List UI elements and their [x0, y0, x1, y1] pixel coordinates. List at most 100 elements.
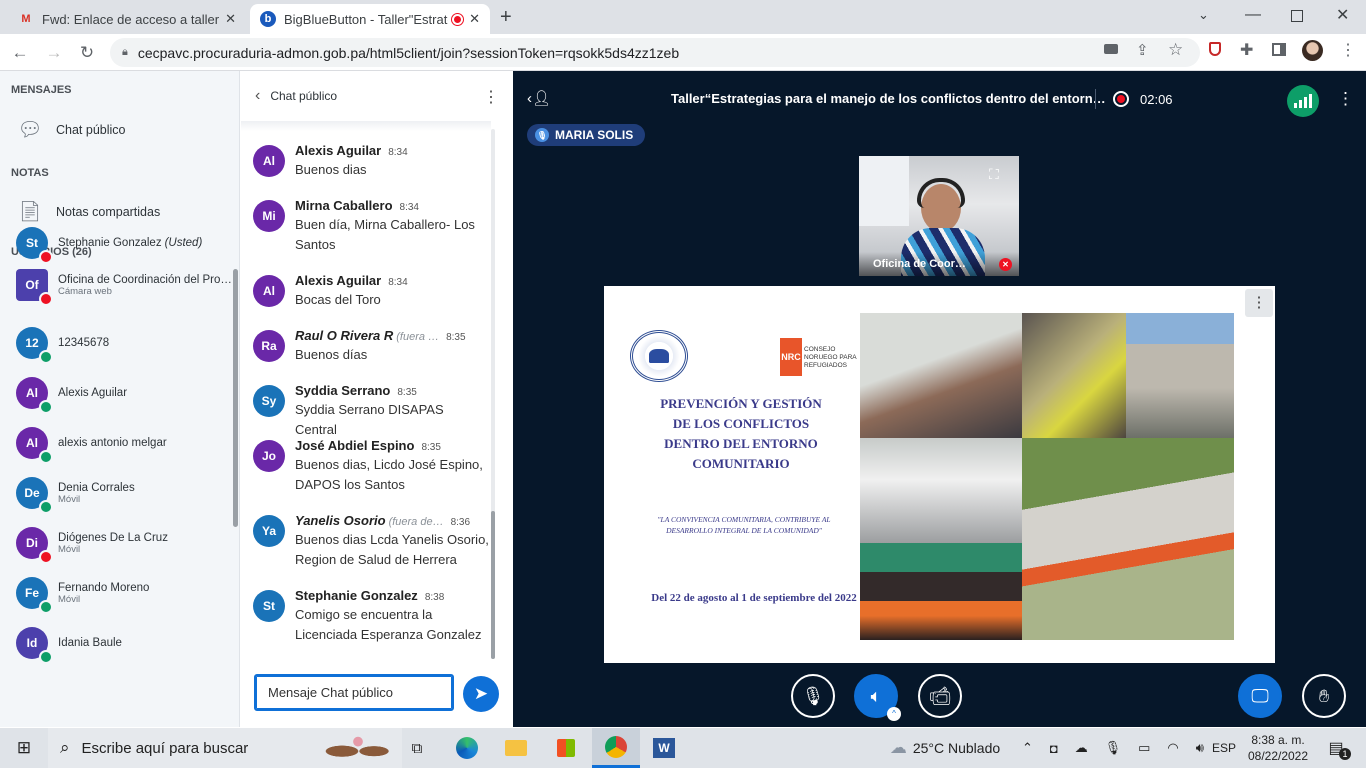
new-tab-button[interactable]: +: [500, 6, 512, 29]
connection-status-icon[interactable]: [1287, 85, 1319, 117]
reload-icon[interactable]: ↻: [75, 41, 99, 65]
camera-in-use-icon[interactable]: [1104, 44, 1118, 54]
presentation-toggle-button[interactable]: 🖵︎: [1238, 674, 1282, 718]
muted-mic-icon: ✕: [999, 258, 1012, 271]
shared-notes-label: Notas compartidas: [56, 204, 161, 219]
user-list-item[interactable]: Di Diógenes De La Cruz Móvil: [16, 521, 232, 565]
user-list-scrollbar[interactable]: [233, 269, 238, 527]
chat-options-icon[interactable]: ⋮: [483, 87, 499, 107]
close-tab-icon[interactable]: ✕: [469, 11, 480, 27]
volume-icon[interactable]: 🔊︎: [1196, 740, 1204, 756]
store-icon[interactable]: [552, 728, 580, 768]
clock[interactable]: 8:38 a. m. 08/22/2022: [1244, 728, 1312, 768]
photo-children-planting: [1022, 438, 1234, 640]
wifi-icon[interactable]: ◠: [1167, 740, 1178, 756]
user-name-text: Idania Baule: [58, 637, 122, 649]
system-tray[interactable]: ⌃ ◘ ☁︎ 🎙︎ ▭ ◠ 🔊︎: [1018, 728, 1208, 768]
task-view-icon[interactable]: ⧉: [404, 728, 430, 768]
user-list-item[interactable]: De Denia Corrales Móvil: [16, 471, 232, 515]
user-list-item[interactable]: 12 12345678: [16, 321, 232, 365]
fullscreen-icon[interactable]: ⛶: [989, 166, 1011, 184]
minimize-icon[interactable]: —: [1245, 6, 1261, 24]
avatar: Of: [16, 269, 53, 306]
audio-button[interactable]: 🔈︎ ^: [854, 674, 901, 721]
chat-message: Ra Raul O Rivera R (fuera … 8:35 Buenos días: [253, 328, 489, 365]
microphone-tray-icon[interactable]: 🎙︎: [1105, 740, 1122, 756]
message-text: Buen día, Mirna Caballero- Los Santos: [295, 217, 475, 252]
onedrive-icon[interactable]: ☁︎: [1075, 740, 1088, 756]
share-webcam-button[interactable]: 📹︎: [918, 674, 962, 718]
avatar: Ra: [253, 330, 285, 362]
avatar: Fe: [16, 577, 53, 614]
word-icon[interactable]: W: [650, 728, 678, 768]
send-message-button[interactable]: ➤: [463, 676, 499, 712]
message-author: Alexis Aguilar: [295, 143, 382, 158]
weather-widget[interactable]: ☁︎ 25°C Nublado: [880, 728, 1010, 768]
restore-icon[interactable]: [1291, 10, 1303, 22]
side-panel-icon[interactable]: [1272, 43, 1286, 56]
edge-icon[interactable]: [452, 728, 482, 768]
tab-search-icon[interactable]: ⌄: [1198, 7, 1209, 23]
profile-avatar[interactable]: [1302, 40, 1323, 61]
camera-tray-icon[interactable]: ◘: [1050, 741, 1058, 756]
audio-options-chevron-icon[interactable]: ^: [887, 707, 901, 721]
close-window-icon[interactable]: ✕: [1336, 5, 1349, 25]
chrome-taskbar-icon[interactable]: [592, 728, 640, 768]
chat-title[interactable]: Chat público: [270, 89, 337, 103]
close-tab-icon[interactable]: ✕: [225, 11, 236, 27]
talking-indicator[interactable]: 🎙︎ MARIA SOLIS: [527, 124, 646, 146]
browser-tab-gmail[interactable]: M Fwd: Enlace de acceso a taller - ta ✕: [8, 4, 246, 34]
user-name: Denia Corrales: [58, 482, 135, 494]
user-list-item[interactable]: Al alexis antonio melgar: [16, 421, 232, 465]
taskbar-search-box[interactable]: ⌕ Escribe aquí para buscar: [48, 728, 402, 768]
message-time: 8:35: [446, 332, 466, 343]
message-author: Raul O Rivera R: [295, 328, 394, 343]
toggle-userlist-icon[interactable]: ‹👤︎: [527, 89, 551, 107]
avatar: Sy: [253, 385, 285, 417]
notifications-icon[interactable]: ▤ 1: [1322, 728, 1351, 768]
message-time: 8:35: [397, 387, 417, 398]
user-list-item[interactable]: Fe Fernando Moreno Móvil: [16, 571, 232, 615]
away-status: (fuera de…: [388, 516, 444, 528]
extension-shield-icon[interactable]: [1209, 42, 1221, 56]
avatar: Jo: [253, 440, 285, 472]
windows-start-icon[interactable]: ⊞: [8, 728, 40, 768]
nrc-name: CONSEJO NORUEGO PARA REFUGIADOS: [804, 346, 857, 369]
url-field[interactable]: 🔒︎ cecpavc.procuraduria-admon.gob.pa/htm…: [110, 38, 1200, 67]
mute-microphone-button[interactable]: 🎙︎: [791, 674, 835, 718]
browser-tab-bbb[interactable]: b BigBlueButton - Taller"Estrate ✕: [250, 4, 490, 34]
user-list-item[interactable]: Al Alexis Aguilar: [16, 371, 232, 415]
taskbar-search-placeholder: Escribe aquí para buscar: [81, 739, 249, 757]
user-list-item[interactable]: St Stephanie Gonzalez (Usted): [16, 221, 232, 265]
bookmark-star-icon[interactable]: ☆: [1168, 40, 1183, 60]
file-explorer-icon[interactable]: [502, 728, 530, 768]
browser-menu-icon[interactable]: ⋮: [1340, 40, 1356, 60]
user-list-item[interactable]: Of Oficina de Coordinación del Progr… Cáma…: [16, 263, 233, 307]
options-menu-icon[interactable]: ⋮: [1337, 89, 1354, 109]
chat-scrollbar-thumb[interactable]: [491, 511, 495, 659]
raise-hand-button[interactable]: ✋︎: [1302, 674, 1346, 718]
chat-message-input[interactable]: Mensaje Chat público: [254, 674, 454, 711]
chevron-left-icon[interactable]: ‹: [255, 87, 260, 105]
avatar: St: [253, 590, 285, 622]
chevron-up-icon[interactable]: ⌃: [1022, 740, 1033, 756]
battery-icon[interactable]: ▭: [1138, 740, 1150, 756]
recording-indicator-icon[interactable]: [1113, 91, 1129, 107]
talker-name: MARIA SOLIS: [555, 128, 634, 142]
back-arrow-icon[interactable]: ←: [8, 41, 32, 65]
language-indicator[interactable]: ESP: [1210, 728, 1238, 768]
slide-options-icon[interactable]: ⋮: [1245, 289, 1273, 317]
presentation-slide[interactable]: NRC CONSEJO NORUEGO PARA REFUGIADOS PREV…: [604, 286, 1275, 663]
forward-arrow-icon[interactable]: →: [42, 41, 66, 65]
slide-quote: "LA CONVIVENCIA COMUNITARIA, CONTRIBUYE …: [657, 515, 831, 535]
share-icon[interactable]: ⇪: [1136, 41, 1149, 59]
search-highlight-illustration: [318, 732, 398, 764]
extensions-puzzle-icon[interactable]: ✚: [1240, 40, 1253, 60]
video-off-icon: 📹︎: [928, 685, 952, 706]
avatar: 12: [16, 327, 53, 364]
public-chat-link[interactable]: 💬︎ Chat público: [16, 117, 125, 142]
user-list-item[interactable]: Id Idania Baule: [16, 621, 232, 665]
message-author: Yanelis Osorio: [295, 513, 386, 528]
slide-heading-line: DENTRO DEL ENTORNO: [664, 436, 818, 451]
webcam-video[interactable]: ⛶ Oficina de Coor… ✕: [859, 156, 1019, 276]
